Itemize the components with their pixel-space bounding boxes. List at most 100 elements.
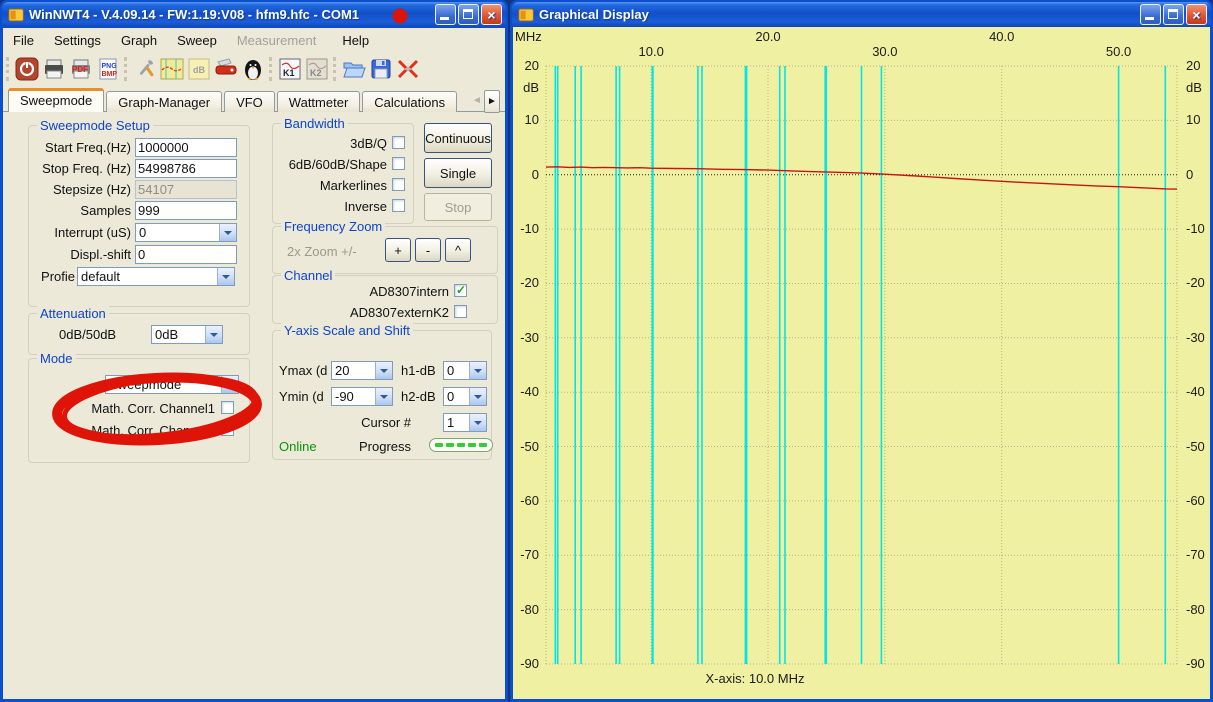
menu-help[interactable]: Help bbox=[332, 31, 379, 50]
x-axis-unit: MHz bbox=[515, 29, 542, 44]
tab-scroll-right-icon[interactable]: ► bbox=[484, 90, 500, 113]
db-scale-icon[interactable]: dB bbox=[185, 56, 212, 83]
open-folder-icon[interactable] bbox=[340, 56, 367, 83]
print-pdf-icon[interactable]: PDF bbox=[67, 56, 94, 83]
chevron-down-icon[interactable] bbox=[375, 388, 392, 405]
y-axis-tick-right: -50 bbox=[1186, 439, 1205, 454]
markerlines-checkbox[interactable] bbox=[392, 178, 405, 191]
tab-graph-manager[interactable]: Graph-Manager bbox=[106, 91, 222, 112]
bandwidth-6db-checkbox[interactable] bbox=[392, 157, 405, 170]
tab-sweepmode[interactable]: Sweepmode bbox=[8, 88, 104, 112]
group-title: Mode bbox=[37, 351, 76, 366]
ymin-combobox[interactable]: -90 bbox=[331, 387, 393, 406]
close-button[interactable]: × bbox=[481, 4, 502, 25]
winnwt4-window: WinNWT4 - V.4.09.14 - FW:1.19:V08 - hfm9… bbox=[0, 0, 508, 702]
graph-titlebar[interactable]: Graphical Display × bbox=[512, 2, 1211, 27]
k2-badge: K2 bbox=[310, 68, 322, 78]
h1-db-label: h1-dB bbox=[401, 363, 436, 378]
interrupt-label: Interrupt (uS) bbox=[54, 225, 131, 240]
zoom-plus-button[interactable]: + bbox=[385, 238, 411, 262]
menu-graph[interactable]: Graph bbox=[111, 31, 167, 50]
single-button[interactable]: Single bbox=[424, 158, 492, 188]
math-corr-channel2-checkbox[interactable] bbox=[221, 423, 234, 436]
stepsize-label: Stepsize (Hz) bbox=[53, 182, 131, 197]
ad8307intern-checkbox[interactable] bbox=[454, 284, 467, 297]
mode-group: Mode Sweepmode Math. Corr. Channel1 Math… bbox=[28, 358, 250, 463]
group-title: Y-axis Scale and Shift bbox=[281, 323, 413, 338]
displ-shift-input[interactable] bbox=[135, 245, 237, 264]
math-corr-channel2-label: Math. Corr. Channel2 bbox=[29, 423, 215, 438]
y-axis-tick-right: -60 bbox=[1186, 493, 1205, 508]
attenuation-combobox[interactable]: 0dB bbox=[151, 325, 223, 344]
chevron-down-icon[interactable] bbox=[469, 362, 486, 379]
ad8307externk2-checkbox[interactable] bbox=[454, 305, 467, 318]
samples-input[interactable] bbox=[135, 201, 237, 220]
maximize-button[interactable] bbox=[1163, 4, 1184, 25]
profile-combobox[interactable]: default bbox=[77, 267, 235, 286]
print-icon[interactable] bbox=[40, 56, 67, 83]
markerlines-label: Markerlines bbox=[275, 178, 387, 193]
minimize-button[interactable] bbox=[1140, 4, 1161, 25]
y-axis-tick-right: 10 bbox=[1186, 112, 1200, 127]
channel-group: Channel AD8307intern AD8307externK2 bbox=[272, 275, 498, 324]
h2-db-label: h2-dB bbox=[401, 389, 436, 404]
maximize-button[interactable] bbox=[458, 4, 479, 25]
chevron-down-icon[interactable] bbox=[205, 326, 222, 343]
y-axis-tick-left: -60 bbox=[512, 493, 539, 508]
progress-label: Progress bbox=[359, 439, 411, 454]
tab-calculations[interactable]: Calculations bbox=[362, 91, 457, 112]
inverse-checkbox[interactable] bbox=[392, 199, 405, 212]
save-icon[interactable] bbox=[367, 56, 394, 83]
tab-vfo[interactable]: VFO bbox=[224, 91, 275, 112]
menu-settings[interactable]: Settings bbox=[44, 31, 111, 50]
ymin-label: Ymin (d bbox=[279, 389, 329, 404]
h2-db-combobox[interactable]: 0 bbox=[443, 387, 487, 406]
tab-wattmeter[interactable]: Wattmeter bbox=[277, 91, 360, 112]
progress-bar bbox=[429, 438, 493, 452]
bandwidth-3db-checkbox[interactable] bbox=[392, 136, 405, 149]
ymax-label: Ymax (d bbox=[279, 363, 329, 378]
math-corr-channel1-checkbox[interactable] bbox=[221, 401, 234, 414]
sweep-graph-icon[interactable] bbox=[158, 56, 185, 83]
close-button[interactable]: × bbox=[1186, 4, 1207, 25]
chevron-down-icon[interactable] bbox=[221, 376, 238, 393]
yaxis-scale-group: Y-axis Scale and Shift Ymax (d 20 h1-dB … bbox=[272, 330, 492, 460]
h1-db-combobox[interactable]: 0 bbox=[443, 361, 487, 380]
group-title: Channel bbox=[281, 268, 335, 283]
samples-label: Samples bbox=[80, 203, 131, 218]
continuous-button[interactable]: Continuous bbox=[424, 123, 492, 153]
zoom-minus-button[interactable]: - bbox=[415, 238, 441, 262]
png-badge: PNG bbox=[101, 63, 117, 70]
chevron-down-icon[interactable] bbox=[219, 224, 236, 241]
y-axis-tick-left: -90 bbox=[512, 656, 539, 671]
interrupt-combobox[interactable]: 0 bbox=[135, 223, 237, 242]
chevron-down-icon[interactable] bbox=[217, 268, 234, 285]
penguin-icon[interactable] bbox=[239, 56, 266, 83]
mode-combobox[interactable]: Sweepmode bbox=[105, 375, 239, 394]
stop-freq-input[interactable] bbox=[135, 159, 237, 178]
y-axis-tick-left: -40 bbox=[512, 384, 539, 399]
y-axis-tick-left: -10 bbox=[512, 221, 539, 236]
winnwt4-titlebar[interactable]: WinNWT4 - V.4.09.14 - FW:1.19:V08 - hfm9… bbox=[2, 2, 506, 27]
cursor-combobox[interactable]: 1 bbox=[443, 413, 487, 432]
knife-icon[interactable] bbox=[212, 56, 239, 83]
start-freq-input[interactable] bbox=[135, 138, 237, 157]
tools-icon[interactable] bbox=[131, 56, 158, 83]
ad8307intern-label: AD8307intern bbox=[273, 284, 449, 299]
disconnect-icon[interactable] bbox=[394, 56, 421, 83]
calibrate-k1-icon[interactable]: K1 bbox=[276, 56, 303, 83]
ymax-combobox[interactable]: 20 bbox=[331, 361, 393, 380]
y-axis-unit-left: dB bbox=[512, 80, 539, 95]
calibrate-k2-icon[interactable]: K2 bbox=[303, 56, 330, 83]
group-title: Attenuation bbox=[37, 306, 109, 321]
zoom-caret-button[interactable]: ^ bbox=[445, 238, 471, 262]
exit-icon[interactable] bbox=[13, 56, 40, 83]
chevron-down-icon[interactable] bbox=[469, 414, 486, 431]
menu-file[interactable]: File bbox=[3, 31, 44, 50]
tab-scroll-left-icon[interactable]: ◄ bbox=[470, 90, 484, 111]
export-image-icon[interactable]: PNGBMP bbox=[94, 56, 121, 83]
minimize-button[interactable] bbox=[435, 4, 456, 25]
chevron-down-icon[interactable] bbox=[375, 362, 392, 379]
menu-sweep[interactable]: Sweep bbox=[167, 31, 227, 50]
chevron-down-icon[interactable] bbox=[469, 388, 486, 405]
